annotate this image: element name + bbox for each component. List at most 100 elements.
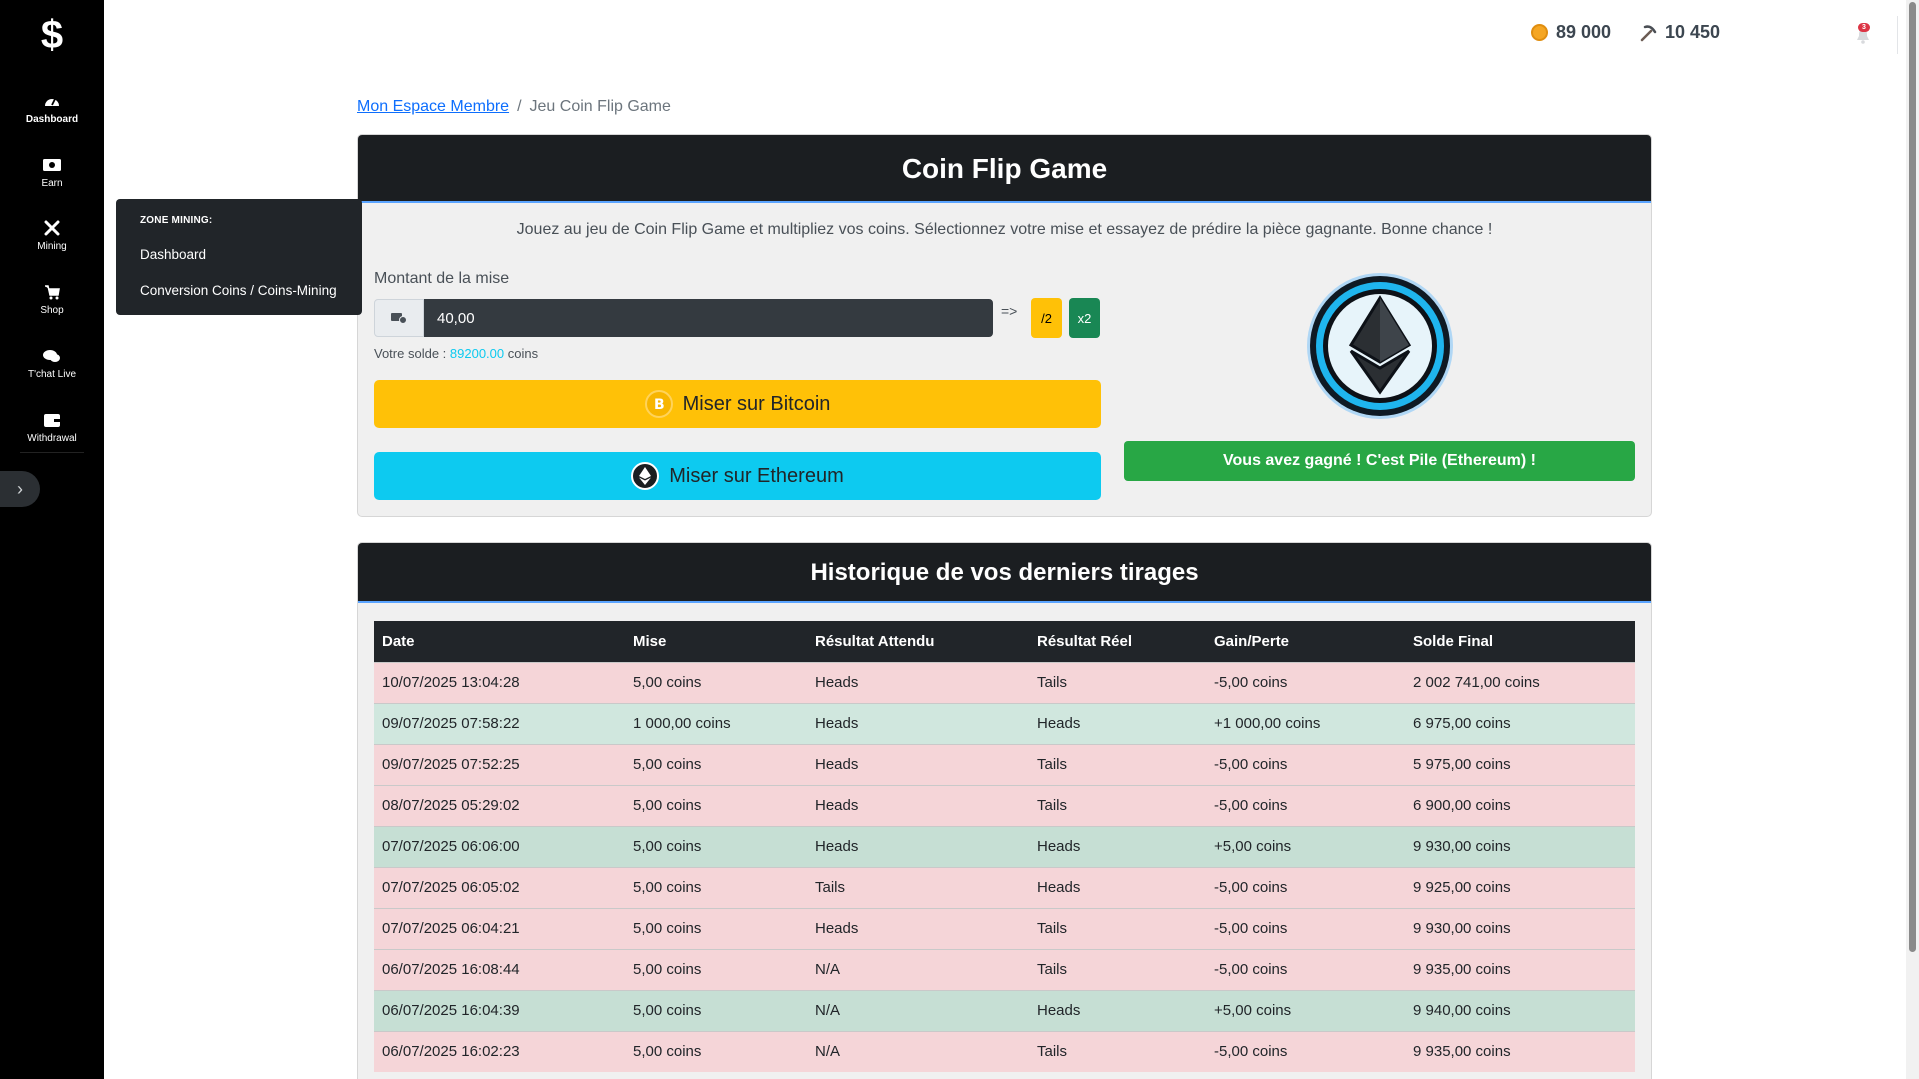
balance-text: Votre solde : 89200.00 coins	[374, 346, 538, 361]
sidebar-expand-button[interactable]: ›	[0, 471, 40, 507]
halve-bet-button[interactable]: /2	[1031, 298, 1062, 338]
table-cell: -5,00 coins	[1206, 784, 1405, 826]
coins-balance-value: 89 000	[1556, 22, 1612, 42]
cart-icon	[42, 282, 62, 302]
sidebar-item-chat[interactable]: T'chat Live	[0, 335, 104, 391]
balance-prefix: Votre solde :	[374, 346, 447, 361]
page-title: Coin Flip Game	[358, 135, 1651, 203]
table-cell: Tails	[1029, 907, 1206, 949]
table-cell: Heads	[807, 907, 1029, 949]
bet-ethereum-label: Miser sur Ethereum	[669, 464, 844, 487]
table-cell: +1 000,00 coins	[1206, 702, 1405, 744]
table-cell: +5,00 coins	[1206, 825, 1405, 867]
column-header-expected: Résultat Attendu	[807, 621, 1029, 662]
table-cell: 1 000,00 coins	[625, 702, 807, 744]
sidebar-item-label: T'chat Live	[27, 369, 77, 380]
scrollbar-thumb[interactable]	[1909, 2, 1916, 952]
double-bet-button[interactable]: x2	[1069, 298, 1100, 338]
table-cell: Heads	[807, 661, 1029, 703]
sidebar-item-withdrawal[interactable]: Withdrawal	[0, 399, 104, 455]
coins-icon	[374, 299, 424, 337]
table-cell: 07/07/2025 06:06:00	[374, 825, 625, 867]
table-cell: Heads	[1029, 866, 1206, 908]
history-title: Historique de vos derniers tirages	[358, 543, 1651, 603]
table-cell: Tails	[1029, 1030, 1206, 1072]
table-cell: Heads	[807, 702, 1029, 744]
topbar-divider	[1897, 16, 1898, 54]
sidebar-item-dashboard[interactable]: Dashboard	[0, 80, 104, 136]
table-cell: Tails	[1029, 743, 1206, 785]
chat-icon	[42, 346, 62, 366]
table-cell: -5,00 coins	[1206, 907, 1405, 949]
bet-ethereum-button[interactable]: Miser sur Ethereum	[374, 452, 1101, 500]
table-cell: -5,00 coins	[1206, 743, 1405, 785]
table-cell: 06/07/2025 16:08:44	[374, 948, 625, 990]
table-cell: Tails	[1029, 661, 1206, 703]
sidebar-item-label: Earn	[41, 178, 63, 189]
table-cell: 06/07/2025 16:02:23	[374, 1030, 625, 1072]
submenu-item-conversion[interactable]: Conversion Coins / Coins-Mining	[140, 283, 337, 298]
table-cell: 09/07/2025 07:52:25	[374, 743, 625, 785]
sidebar-item-label: Shop	[40, 305, 64, 316]
table-cell: 5,00 coins	[625, 948, 807, 990]
bet-bitcoin-button[interactable]: B Miser sur Bitcoin	[374, 380, 1101, 428]
notification-badge: 3	[1858, 23, 1870, 32]
table-cell: Heads	[807, 784, 1029, 826]
table-row: 06/07/2025 16:02:23 5,00 coins N/A Tails -5,…	[374, 1030, 1635, 1072]
table-cell: 5,00 coins	[625, 825, 807, 867]
sidebar-item-label: Withdrawal	[27, 433, 77, 444]
ethereum-coin-image	[1305, 271, 1455, 421]
table-cell: 5,00 coins	[625, 661, 807, 703]
table-cell: Heads	[807, 743, 1029, 785]
sidebar-divider	[20, 452, 84, 453]
column-header-bet: Mise	[625, 621, 807, 662]
game-intro: Jouez au jeu de Coin Flip Game et multip…	[516, 221, 1493, 238]
table-cell: 5,00 coins	[625, 784, 807, 826]
breadcrumb-current: Jeu Coin Flip Game	[529, 98, 671, 115]
mining-balance: 10 450	[1639, 22, 1720, 43]
table-row: 06/07/2025 16:04:39 5,00 coins N/A Heads +5,…	[374, 989, 1635, 1031]
table-cell: 5 975,00 coins	[1405, 743, 1635, 785]
sidebar-item-label: Dashboard	[25, 114, 79, 125]
coins-balance: 89 000	[1531, 22, 1611, 43]
table-cell: 06/07/2025 16:04:39	[374, 989, 625, 1031]
table-cell: 9 935,00 coins	[1405, 948, 1635, 990]
table-row: 07/07/2025 06:05:02 5,00 coins Tails Heads -…	[374, 866, 1635, 908]
table-row: 06/07/2025 16:08:44 5,00 coins N/A Tails -5,…	[374, 948, 1635, 990]
table-cell: 6 975,00 coins	[1405, 702, 1635, 744]
table-cell: Tails	[1029, 784, 1206, 826]
table-cell: 09/07/2025 07:58:22	[374, 702, 625, 744]
scrollbar[interactable]	[1906, 0, 1919, 1079]
sidebar-item-mining[interactable]: Mining	[0, 207, 104, 263]
table-cell: 2 002 741,00 coins	[1405, 661, 1635, 703]
coin-flip-card: Coin Flip Game Jouez au jeu de Coin Flip…	[357, 134, 1652, 517]
breadcrumb: Mon Espace Membre / Jeu Coin Flip Game	[357, 96, 1651, 118]
table-cell: 9 940,00 coins	[1405, 989, 1635, 1031]
gauge-icon	[42, 91, 62, 111]
table-cell: -5,00 coins	[1206, 661, 1405, 703]
table-cell: 5,00 coins	[625, 866, 807, 908]
table-cell: 5,00 coins	[625, 743, 807, 785]
mining-submenu: ZONE MINING: Dashboard Conversion Coins …	[116, 199, 362, 315]
bet-amount-label: Montant de la mise	[374, 270, 510, 287]
history-table: Date Mise Résultat Attendu Résultat Réel…	[374, 621, 1635, 1072]
chevron-right-icon: ›	[17, 478, 23, 499]
sidebar-item-earn[interactable]: Earn	[0, 144, 104, 200]
table-cell: 5,00 coins	[625, 1030, 807, 1072]
submenu-item-dashboard[interactable]: Dashboard	[140, 247, 206, 262]
table-cell: Heads	[1029, 989, 1206, 1031]
table-cell: N/A	[807, 948, 1029, 990]
logo[interactable]: $	[0, 10, 104, 60]
table-row: 10/07/2025 13:04:28 5,00 coins Heads Tails -…	[374, 661, 1635, 703]
sidebar-item-shop[interactable]: Shop	[0, 271, 104, 327]
balance-amount: 89200.00	[449, 346, 505, 361]
table-cell: Heads	[807, 825, 1029, 867]
bet-amount-input[interactable]	[424, 299, 993, 337]
money-icon	[42, 155, 62, 175]
table-cell: 5,00 coins	[625, 989, 807, 1031]
mining-balance-value: 10 450	[1665, 22, 1721, 42]
column-header-date: Date	[374, 621, 625, 662]
breadcrumb-link-member-space[interactable]: Mon Espace Membre	[357, 98, 509, 116]
bitcoin-icon: B	[644, 390, 673, 418]
table-cell: Heads	[1029, 702, 1206, 744]
